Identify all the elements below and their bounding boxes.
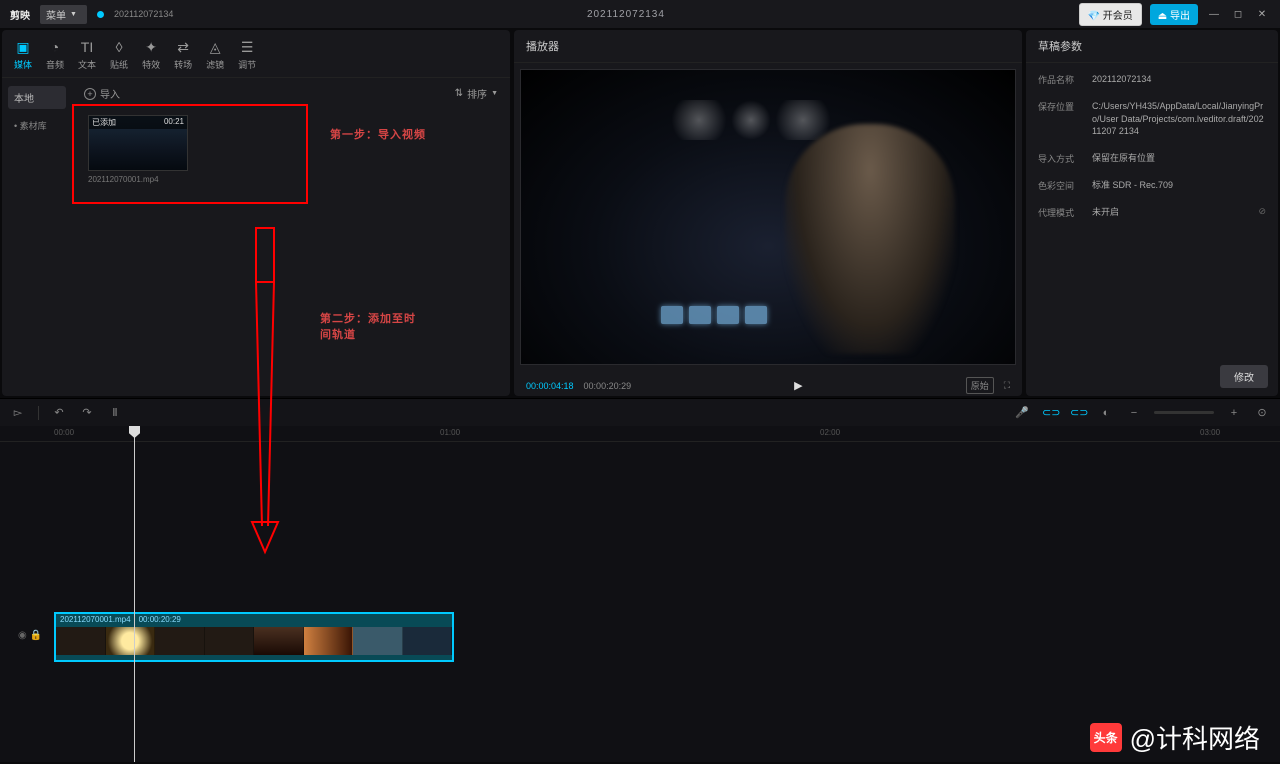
app-logo: 剪映 — [10, 7, 30, 22]
media-icon: ▣ — [14, 38, 32, 56]
tab-fx[interactable]: ✦特效 — [142, 38, 160, 71]
track-controls[interactable]: ◉ 🔒 — [18, 630, 42, 641]
preview-title: 播放器 — [514, 30, 1022, 63]
vip-button[interactable]: 💎 开会员 — [1079, 3, 1142, 26]
maximize-button[interactable]: ◻ — [1230, 9, 1246, 20]
media-categories: 本地 素材库 — [2, 78, 72, 396]
preview-canvas[interactable] — [520, 69, 1016, 365]
time-ruler[interactable]: 00:00 01:00 02:00 03:00 — [0, 426, 1280, 442]
time-current: 00:00:04:18 — [526, 381, 574, 391]
tab-transition[interactable]: ⇄转场 — [174, 38, 192, 71]
watermark-text: @计科网络 — [1130, 719, 1260, 756]
fullscreen-icon[interactable]: ⛶ — [1004, 380, 1010, 391]
redo-icon[interactable]: ↷ — [79, 406, 95, 419]
split-icon[interactable]: Ⅱ — [107, 406, 123, 419]
tab-filter[interactable]: ◬滤镜 — [206, 38, 224, 71]
minimize-button[interactable]: — — [1206, 9, 1222, 20]
time-total: 00:00:20:29 — [584, 381, 632, 391]
status-dot-icon — [97, 11, 104, 18]
close-button[interactable]: ✕ — [1254, 9, 1270, 20]
title-bar: 剪映 菜单▼ 202112072134 202112072134 💎 开会员 ⏏… — [0, 0, 1280, 28]
tool-tabs: ▣媒体 ◔音频 TI文本 ◊贴纸 ✦特效 ⇄转场 ◬滤镜 ☰调节 — [2, 30, 510, 78]
sort-control[interactable]: ⇅排序▼ — [455, 86, 498, 101]
audio-icon: ◔ — [46, 38, 64, 56]
tab-text[interactable]: TI文本 — [78, 38, 96, 71]
cat-library[interactable]: 素材库 — [8, 115, 66, 136]
prop-name-value: 202112072134 — [1092, 73, 1266, 86]
prop-import-value: 保留在原有位置 — [1092, 152, 1266, 165]
annotation-step2: 第二步：添加至时间轨道 — [320, 310, 420, 342]
preview-controls: 00:00:04:18 00:00:20:29 ▶ 原始 ⛶ — [514, 371, 1022, 400]
tab-adjust[interactable]: ☰调节 — [238, 38, 256, 71]
playhead[interactable] — [134, 426, 135, 762]
window-title: 202112072134 — [183, 9, 1068, 20]
annotation-step1: 第一步：导入视频 — [330, 126, 426, 142]
prop-proxy-label: 代理模式 — [1038, 206, 1082, 219]
cat-local[interactable]: 本地 — [8, 86, 66, 109]
tab-media[interactable]: ▣媒体 — [14, 38, 32, 71]
undo-icon[interactable]: ↶ — [51, 406, 67, 419]
export-button[interactable]: ⏏ 导出 — [1150, 4, 1198, 25]
filter-icon: ◬ — [206, 38, 224, 56]
zoom-slider[interactable] — [1154, 411, 1214, 414]
adjust-icon: ☰ — [238, 38, 256, 56]
menu-button[interactable]: 菜单▼ — [40, 5, 87, 24]
props-title: 草稿参数 — [1026, 30, 1278, 63]
sticker-icon: ◊ — [110, 38, 128, 56]
zoom-fit-icon[interactable]: ⊙ — [1254, 406, 1270, 419]
edit-button[interactable]: 修改 — [1220, 365, 1268, 388]
transition-icon: ⇄ — [174, 38, 192, 56]
prop-proxy-value: 未开启 — [1092, 206, 1248, 219]
play-button[interactable]: ▶ — [794, 379, 802, 392]
mic-icon[interactable]: 🎤 — [1014, 406, 1030, 419]
fx-icon: ✦ — [142, 38, 160, 56]
prop-name-label: 作品名称 — [1038, 73, 1082, 86]
prop-color-value: 标准 SDR - Rec.709 — [1092, 179, 1266, 192]
magnet-icon[interactable]: ⊂⊃ — [1042, 406, 1058, 419]
tab-audio[interactable]: ◔音频 — [46, 38, 64, 71]
plus-icon: + — [84, 88, 96, 100]
clip-filename: 202112070001.mp4 — [88, 175, 188, 184]
timeline[interactable]: 00:00 01:00 02:00 03:00 ◉ 🔒 202112070001… — [0, 426, 1280, 762]
media-panel: ▣媒体 ◔音频 TI文本 ◊贴纸 ✦特效 ⇄转场 ◬滤镜 ☰调节 本地 素材库 … — [2, 30, 510, 396]
project-name: 202112072134 — [114, 9, 173, 19]
select-tool-icon[interactable]: ▻ — [10, 406, 26, 419]
prop-path-value: C:/Users/YH435/AppData/Local/JianyingPro… — [1092, 100, 1266, 138]
proxy-toggle-icon[interactable]: ⊘ — [1258, 206, 1266, 219]
preview-panel: 播放器 00:00:04:18 00:00:20:29 ▶ 原始 ⛶ — [514, 30, 1022, 396]
ratio-select[interactable]: 原始 — [966, 377, 994, 394]
text-icon: TI — [78, 38, 96, 56]
watermark: 头条 @计科网络 — [1090, 719, 1260, 756]
tab-sticker[interactable]: ◊贴纸 — [110, 38, 128, 71]
import-button[interactable]: +导入 — [84, 86, 120, 101]
link-icon[interactable]: ⊂⊃ — [1070, 406, 1086, 419]
timeline-clip[interactable]: 202112070001.mp400:00:20:29 — [54, 612, 454, 662]
watermark-logo: 头条 — [1090, 723, 1122, 752]
media-clip[interactable]: 已添加00:21 202112070001.mp4 — [88, 115, 188, 184]
properties-panel: 草稿参数 作品名称 202112072134 保存位置 C:/Users/YH435… — [1026, 30, 1278, 396]
media-content: +导入 ⇅排序▼ 已添加00:21 202112070001.mp4 第一步：导… — [72, 78, 510, 396]
prop-import-label: 导入方式 — [1038, 152, 1082, 165]
zoom-in-icon[interactable]: + — [1226, 407, 1242, 419]
timeline-toolbar: ▻ ↶ ↷ Ⅱ 🎤 ⊂⊃ ⊂⊃ ◐ − + ⊙ — [0, 398, 1280, 426]
prop-path-label: 保存位置 — [1038, 100, 1082, 138]
prop-color-label: 色彩空间 — [1038, 179, 1082, 192]
preview-icon[interactable]: ◐ — [1098, 407, 1114, 419]
zoom-out-icon[interactable]: − — [1126, 407, 1142, 419]
